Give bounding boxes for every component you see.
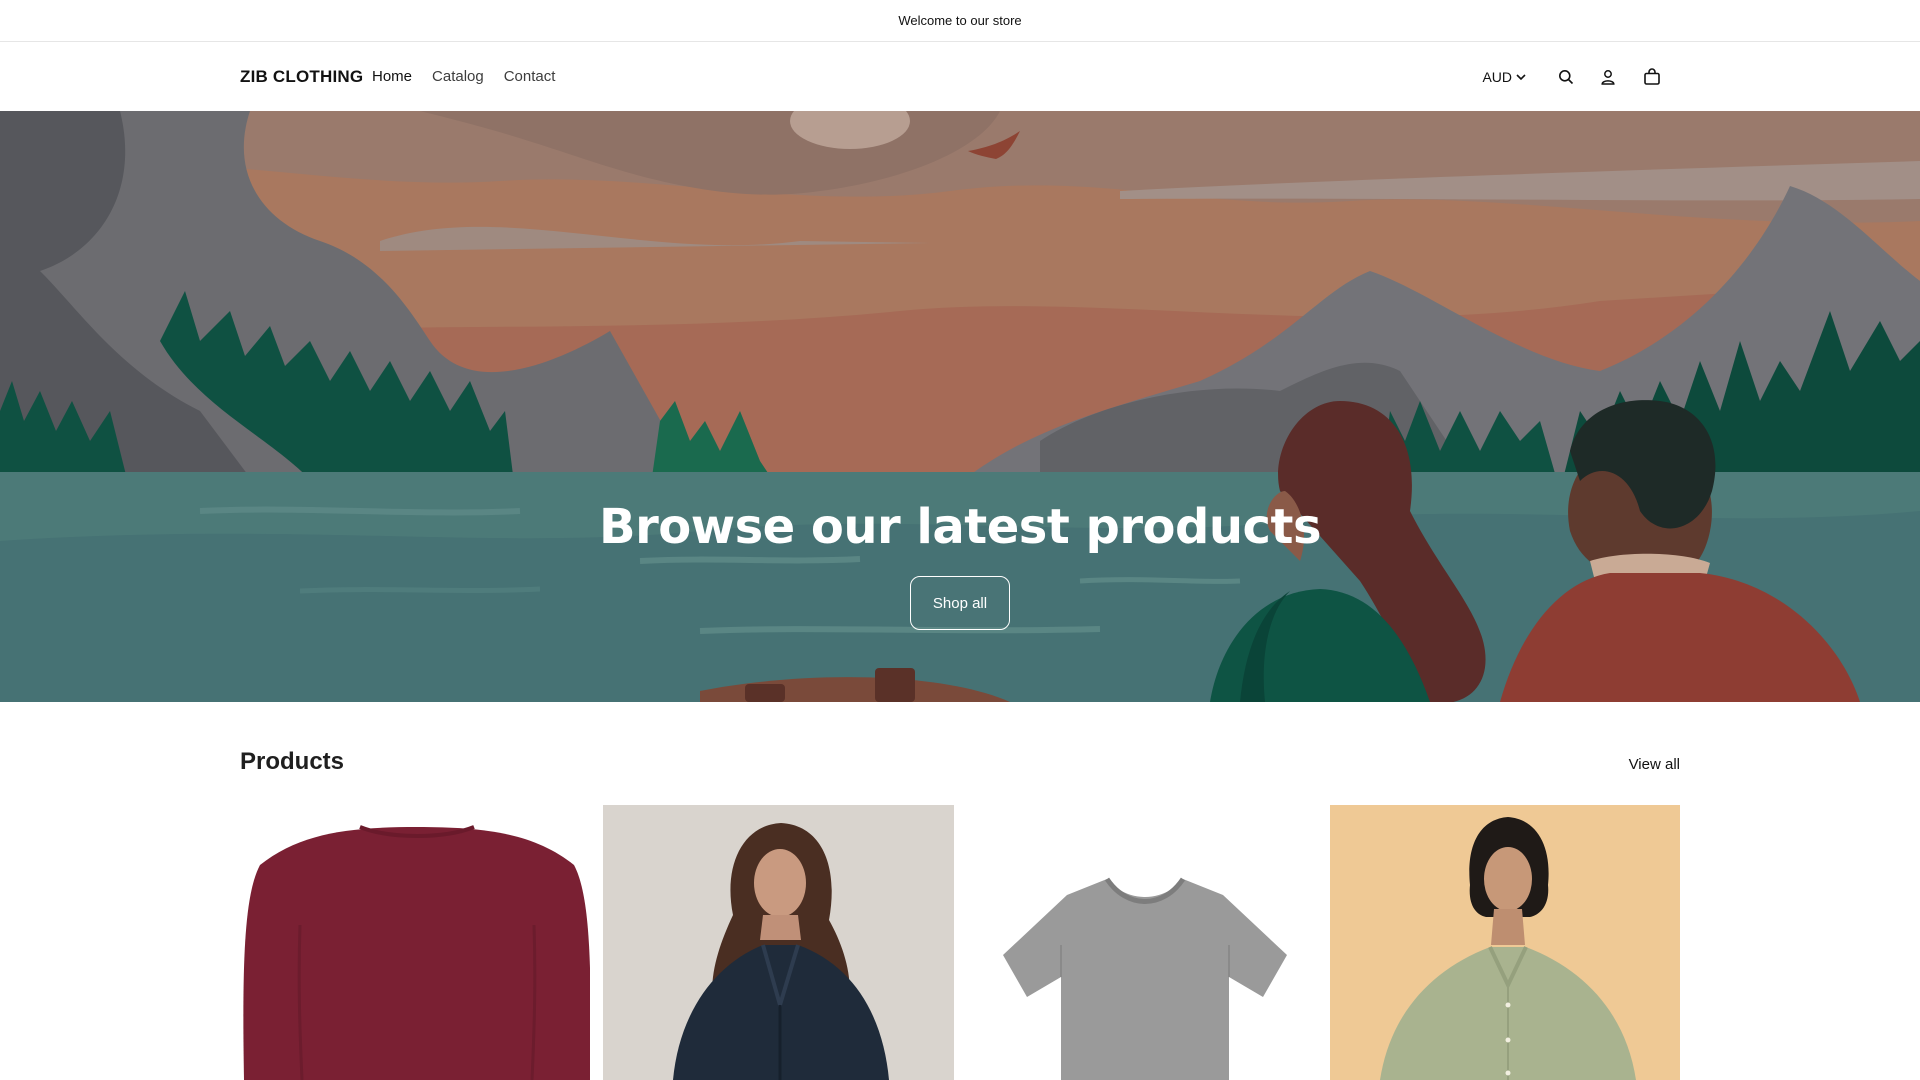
search-icon: [1559, 70, 1574, 85]
view-all-link[interactable]: View all: [1629, 756, 1680, 773]
brand-logo[interactable]: ZIB CLOTHING: [240, 67, 363, 87]
account-button[interactable]: [1592, 61, 1624, 93]
nav-link-contact[interactable]: Contact: [504, 68, 556, 85]
product-card-2[interactable]: [603, 805, 954, 1080]
search-button[interactable]: [1550, 61, 1582, 93]
chevron-down-icon: [1516, 74, 1526, 81]
product-grid: [240, 805, 1680, 1080]
nav-link-catalog[interactable]: Catalog: [432, 68, 484, 85]
nav-link-home[interactable]: Home: [372, 68, 412, 85]
products-section-header: Products View all: [240, 744, 1680, 784]
header-actions: AUD: [1482, 61, 1668, 93]
product-card-1[interactable]: [240, 805, 591, 1080]
hero-title: Browse our latest products: [598, 499, 1322, 555]
product-card-4[interactable]: [1329, 805, 1680, 1080]
hero-banner: Browse our latest products Shop all: [0, 111, 1920, 702]
site-header: ZIB CLOTHING Home Catalog Contact AUD: [0, 43, 1920, 111]
products-title: Products: [240, 748, 345, 775]
cart-button[interactable]: [1636, 61, 1668, 93]
main-nav: Home Catalog Contact: [372, 68, 575, 85]
product-image-grey-tshirt: [966, 805, 1317, 1080]
product-card-3[interactable]: [966, 805, 1317, 1080]
account-icon: [1601, 70, 1615, 85]
cart-icon: [1644, 68, 1660, 85]
shop-all-button[interactable]: Shop all: [910, 576, 1010, 630]
currency-label: AUD: [1482, 69, 1512, 85]
announcement-text: Welcome to our store: [898, 13, 1022, 28]
currency-selector[interactable]: AUD: [1482, 69, 1526, 85]
announcement-bar: Welcome to our store: [0, 0, 1920, 42]
product-image-sage-shirt: [1329, 805, 1680, 1080]
product-image-navy-shirt: [603, 805, 954, 1080]
product-image-burgundy-top: [240, 805, 591, 1080]
